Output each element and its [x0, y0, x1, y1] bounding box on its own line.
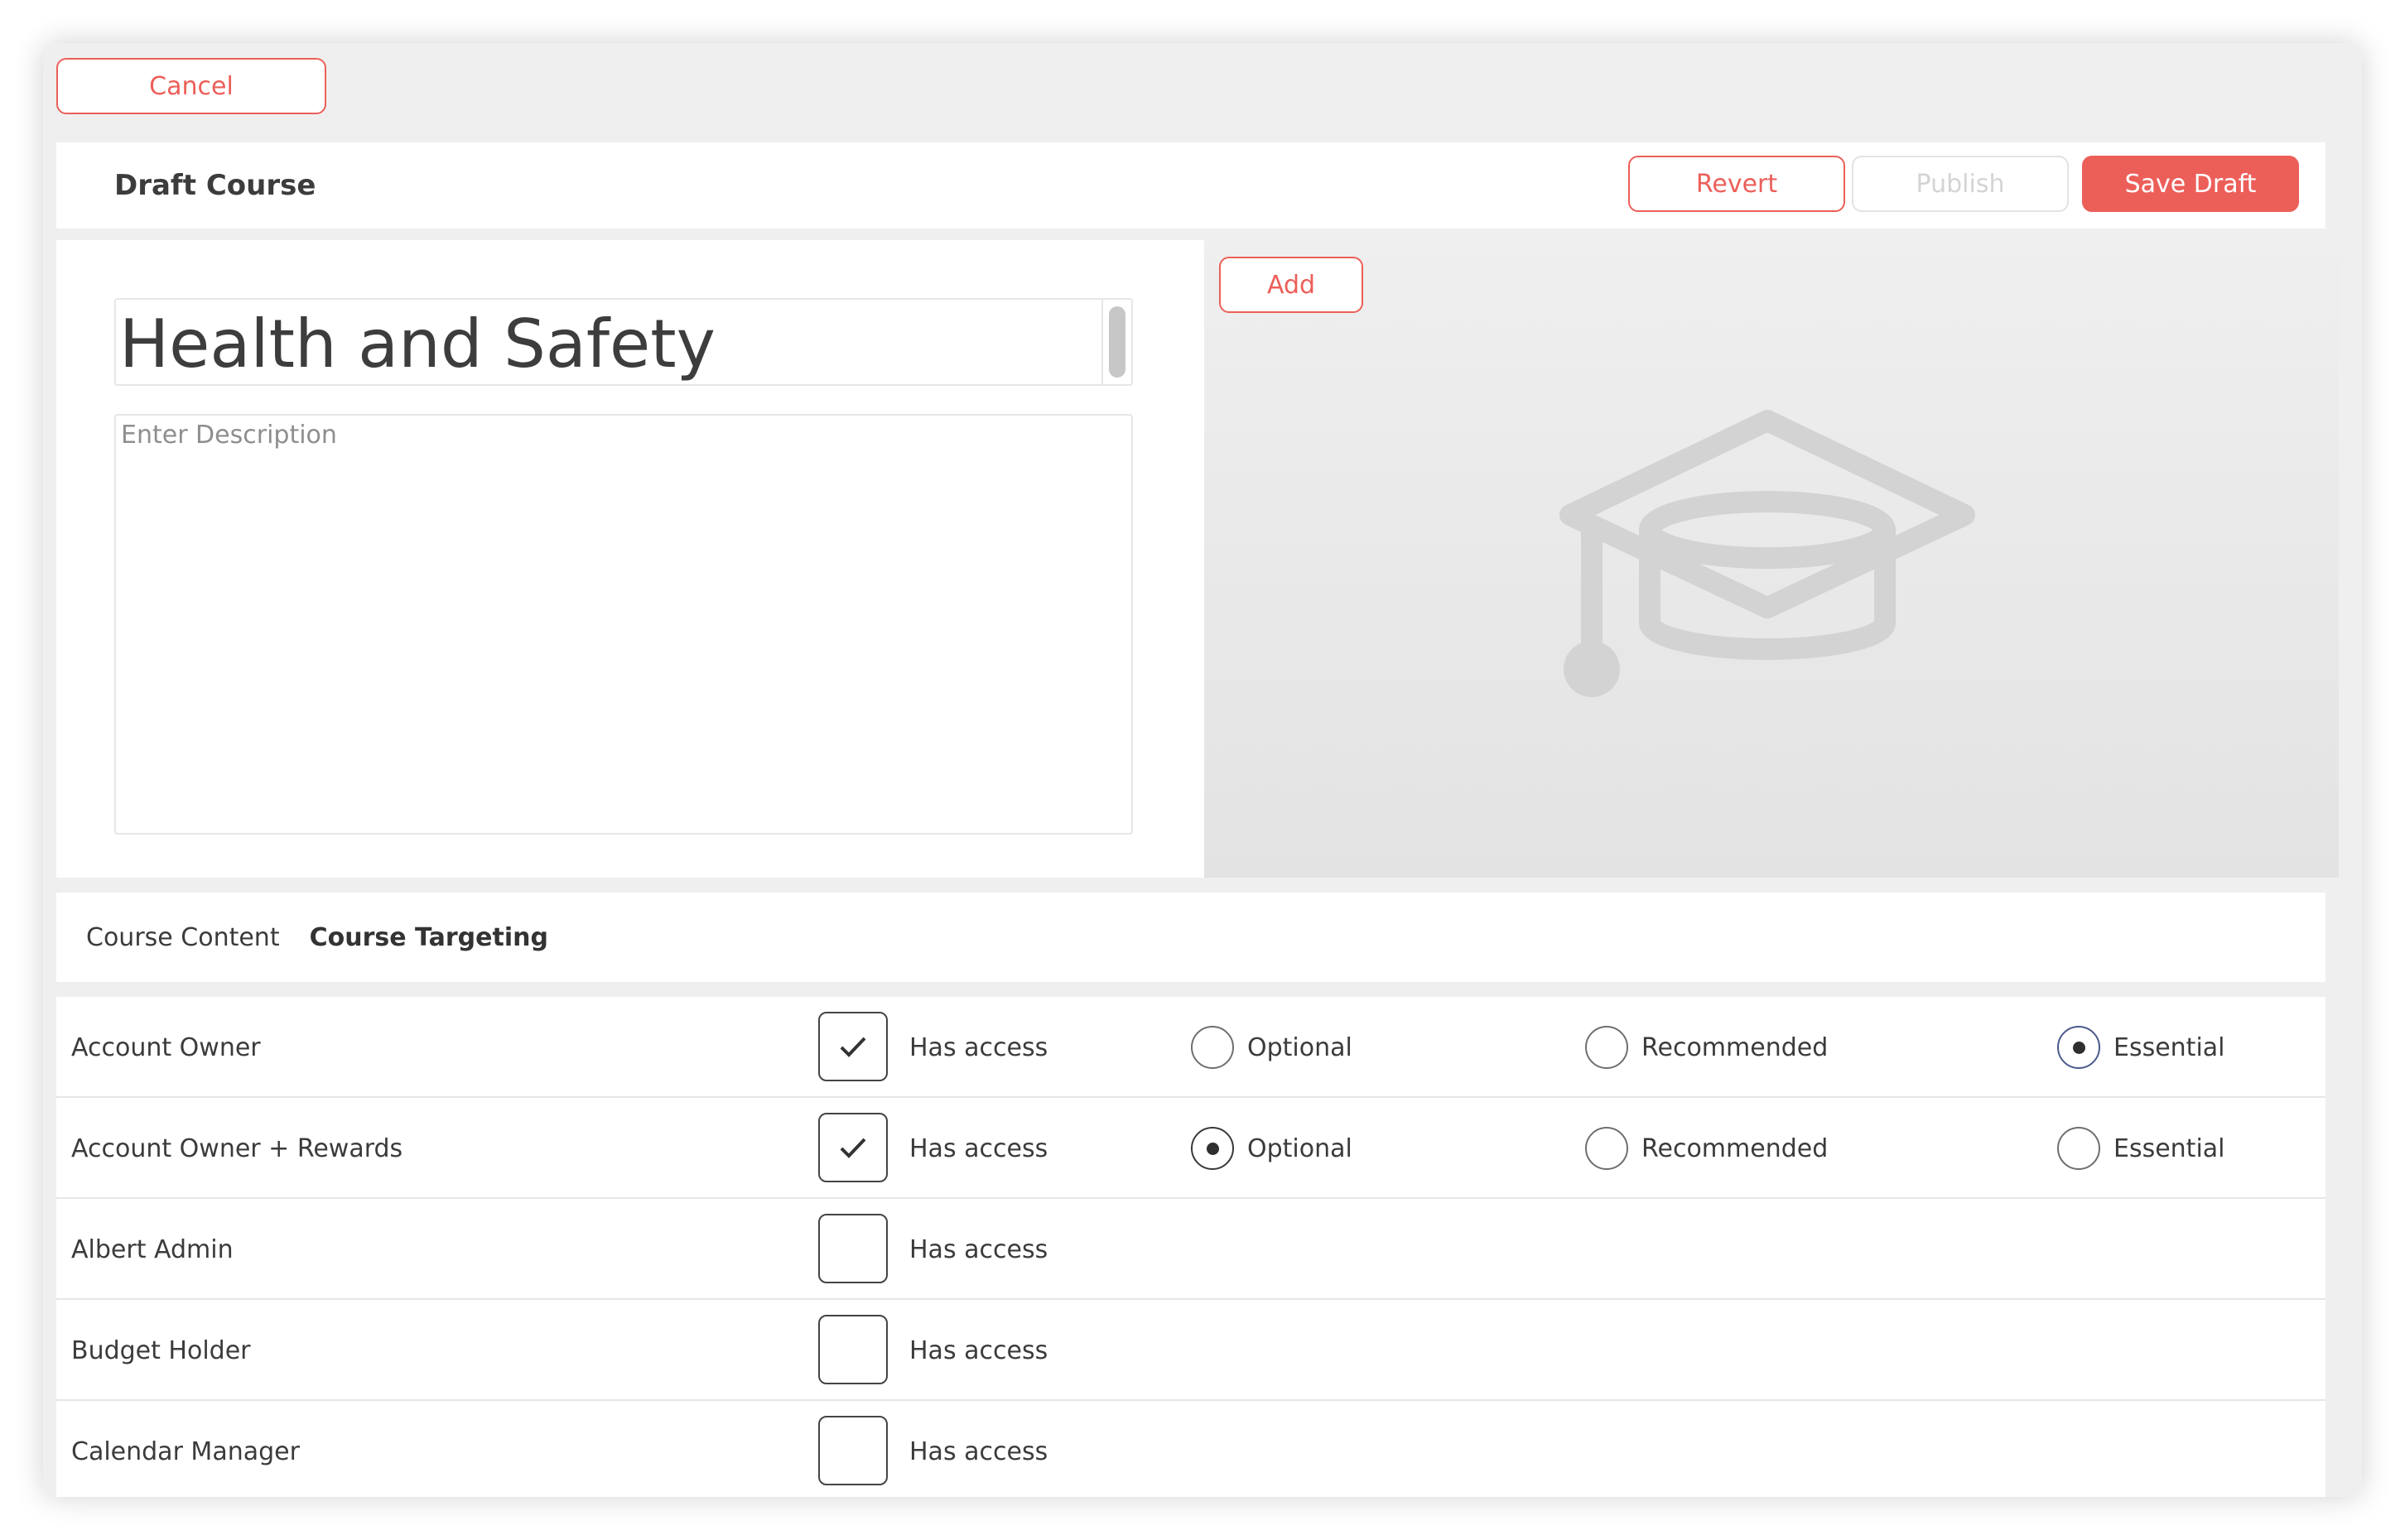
table-row: Calendar Manager Has access — [56, 1401, 2325, 1497]
page-title: Draft Course — [114, 169, 316, 202]
optional-label: Optional — [1247, 1032, 1352, 1062]
essential-radio[interactable] — [2057, 1026, 2100, 1069]
table-row: Account Owner + Rewards Has access Optio… — [56, 1098, 2325, 1199]
table-row: Account Owner Has access Optional Recomm… — [56, 997, 2325, 1098]
targeting-list: Account Owner Has access Optional Recomm… — [56, 997, 2325, 1497]
checkmark-icon — [840, 1138, 866, 1158]
course-image-area[interactable]: Add — [1204, 240, 2339, 878]
has-access-checkbox[interactable] — [818, 1012, 888, 1081]
essential-label: Essential — [2113, 1133, 2225, 1163]
has-access-checkbox[interactable] — [818, 1113, 888, 1182]
has-access-label: Has access — [909, 1335, 1048, 1365]
course-title-input[interactable]: Health and Safety — [114, 298, 1133, 386]
save-draft-button[interactable]: Save Draft — [2082, 156, 2299, 212]
has-access-checkbox[interactable] — [818, 1214, 888, 1283]
has-access-label: Has access — [909, 1032, 1048, 1062]
title-scrollbar-thumb[interactable] — [1109, 306, 1125, 378]
optional-radio[interactable] — [1191, 1026, 1234, 1069]
table-row: Budget Holder Has access — [56, 1300, 2325, 1401]
has-access-label: Has access — [909, 1133, 1048, 1163]
role-name: Account Owner — [71, 1032, 261, 1062]
recommended-label: Recommended — [1641, 1133, 1829, 1163]
role-name: Albert Admin — [71, 1234, 234, 1264]
optional-label: Optional — [1247, 1133, 1352, 1163]
course-title-text: Health and Safety — [119, 305, 716, 383]
role-name: Account Owner + Rewards — [71, 1133, 403, 1163]
optional-radio[interactable] — [1191, 1127, 1234, 1170]
tab-bar: Course Content Course Targeting — [56, 893, 2325, 982]
role-name: Calendar Manager — [71, 1437, 300, 1466]
role-name: Budget Holder — [71, 1335, 251, 1365]
title-scrollbar[interactable] — [1101, 300, 1131, 384]
course-editor: Health and Safety Enter Description Add — [56, 240, 2339, 878]
revert-button[interactable]: Revert — [1628, 156, 1845, 212]
publish-button[interactable]: Publish — [1852, 156, 2069, 212]
essential-label: Essential — [2113, 1032, 2225, 1062]
has-access-label: Has access — [909, 1234, 1048, 1264]
checkmark-icon — [840, 1037, 866, 1057]
table-row: Albert Admin Has access — [56, 1199, 2325, 1300]
recommended-label: Recommended — [1641, 1032, 1829, 1062]
app-window: Cancel Draft Course Revert Publish Save … — [43, 43, 2362, 1497]
graduation-cap-icon — [1559, 410, 1975, 697]
essential-radio[interactable] — [2057, 1127, 2100, 1170]
tab-course-targeting[interactable]: Course Targeting — [310, 923, 548, 952]
add-image-button[interactable]: Add — [1219, 257, 1363, 313]
description-input[interactable]: Enter Description — [114, 414, 1133, 835]
description-placeholder: Enter Description — [121, 421, 337, 450]
recommended-radio[interactable] — [1585, 1026, 1628, 1069]
has-access-label: Has access — [909, 1437, 1048, 1466]
has-access-checkbox[interactable] — [818, 1315, 888, 1384]
recommended-radio[interactable] — [1585, 1127, 1628, 1170]
tab-course-content[interactable]: Course Content — [86, 923, 280, 952]
course-header: Draft Course Revert Publish Save Draft — [56, 142, 2325, 229]
cancel-button[interactable]: Cancel — [56, 58, 326, 114]
has-access-checkbox[interactable] — [818, 1416, 888, 1485]
